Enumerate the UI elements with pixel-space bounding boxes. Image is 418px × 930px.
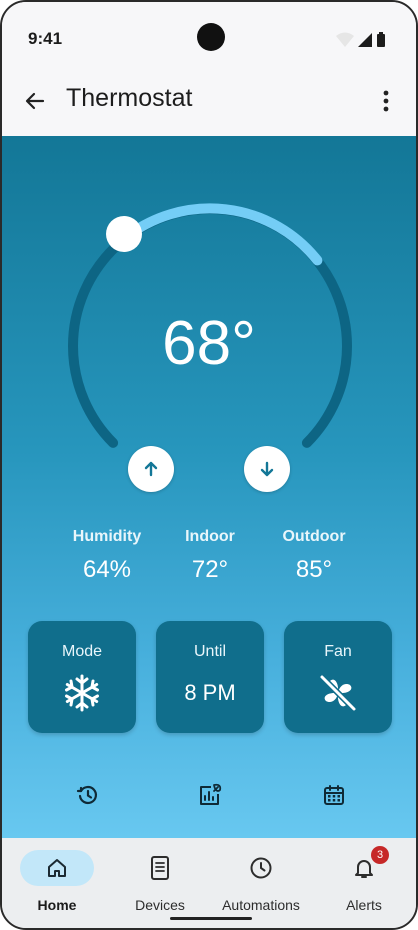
setpoint-temperature: 68°	[162, 309, 256, 378]
fan-off-icon	[319, 674, 357, 712]
nav-label: Automations	[222, 897, 300, 913]
more-vert-icon	[383, 90, 389, 112]
arrow-down-icon	[260, 461, 274, 477]
humidity-stat: Humidity 64%	[47, 528, 167, 584]
nav-item-alerts[interactable]: 3 Alerts	[314, 846, 414, 916]
wifi-icon	[336, 32, 354, 47]
nav-icon-container: 3	[327, 846, 401, 886]
schedule-calendar-icon	[324, 785, 344, 805]
stat-label: Indoor	[185, 528, 235, 545]
tile-body	[284, 673, 392, 713]
arrow-up-icon	[144, 461, 158, 477]
battery-icon	[377, 32, 385, 47]
history-icon	[76, 785, 98, 805]
devices-icon	[151, 856, 169, 880]
cellular-icon	[358, 33, 372, 47]
schedule-button[interactable]	[319, 780, 349, 810]
status-icons	[336, 32, 385, 47]
nav-label: Alerts	[346, 897, 382, 913]
history-button[interactable]	[73, 780, 103, 810]
energy-report-icon	[200, 783, 222, 805]
nav-item-automations[interactable]: Automations	[211, 850, 311, 916]
mode-tile[interactable]: Mode	[28, 621, 136, 733]
nav-icon-container	[224, 850, 298, 886]
home-icon	[48, 859, 66, 877]
gesture-home-indicator[interactable]	[170, 917, 252, 920]
energy-report-button[interactable]	[195, 780, 225, 810]
thermostat-panel: 68° Humidity 64% Indoor 72° Outdoor 85°	[2, 136, 416, 838]
bottom-navigation: Home Devices Automations 3 Alerts	[2, 838, 416, 928]
status-bar: 9:41	[2, 2, 416, 74]
nav-item-devices[interactable]: Devices	[110, 850, 210, 916]
dial-knob[interactable]	[106, 216, 142, 252]
tile-label: Mode	[61, 643, 103, 660]
indoor-stat: Indoor 72°	[150, 528, 270, 584]
nav-label: Home	[37, 897, 77, 913]
tile-body	[28, 673, 136, 713]
climate-stats: Humidity 64% Indoor 72° Outdoor 85°	[2, 528, 416, 588]
more-options-button[interactable]	[372, 84, 400, 118]
until-tile[interactable]: Until 8 PM	[156, 621, 264, 733]
phone-frame: 9:41 Thermostat 68° Humidity 64% Indoor …	[0, 0, 418, 930]
tile-label: Fan	[324, 643, 352, 660]
nav-icon-container	[123, 850, 197, 886]
app-bar: Thermostat	[2, 74, 416, 136]
until-time: 8 PM	[184, 680, 236, 705]
decrease-temperature-button[interactable]	[244, 446, 290, 492]
clock-icon	[250, 857, 272, 879]
page-title: Thermostat	[66, 84, 193, 112]
stat-label: Outdoor	[282, 528, 346, 545]
stat-value: 64%	[82, 556, 132, 583]
snowflake-icon	[65, 674, 99, 712]
front-camera	[197, 23, 225, 51]
stat-label: Humidity	[72, 528, 142, 545]
dial-active-arc	[119, 203, 323, 266]
nav-item-home[interactable]: Home	[7, 850, 107, 916]
alerts-count-badge: 3	[371, 846, 389, 864]
outdoor-stat: Outdoor 85°	[254, 528, 374, 584]
increase-temperature-button[interactable]	[128, 446, 174, 492]
stat-value: 85°	[295, 556, 333, 583]
nav-label: Devices	[135, 897, 185, 913]
arrow-left-icon	[25, 92, 45, 110]
fan-tile[interactable]: Fan	[284, 621, 392, 733]
nav-icon-container	[20, 850, 94, 886]
status-time: 9:41	[28, 29, 63, 48]
back-button[interactable]	[18, 84, 52, 118]
stat-value: 72°	[191, 556, 229, 583]
tile-label: Until	[193, 643, 226, 660]
